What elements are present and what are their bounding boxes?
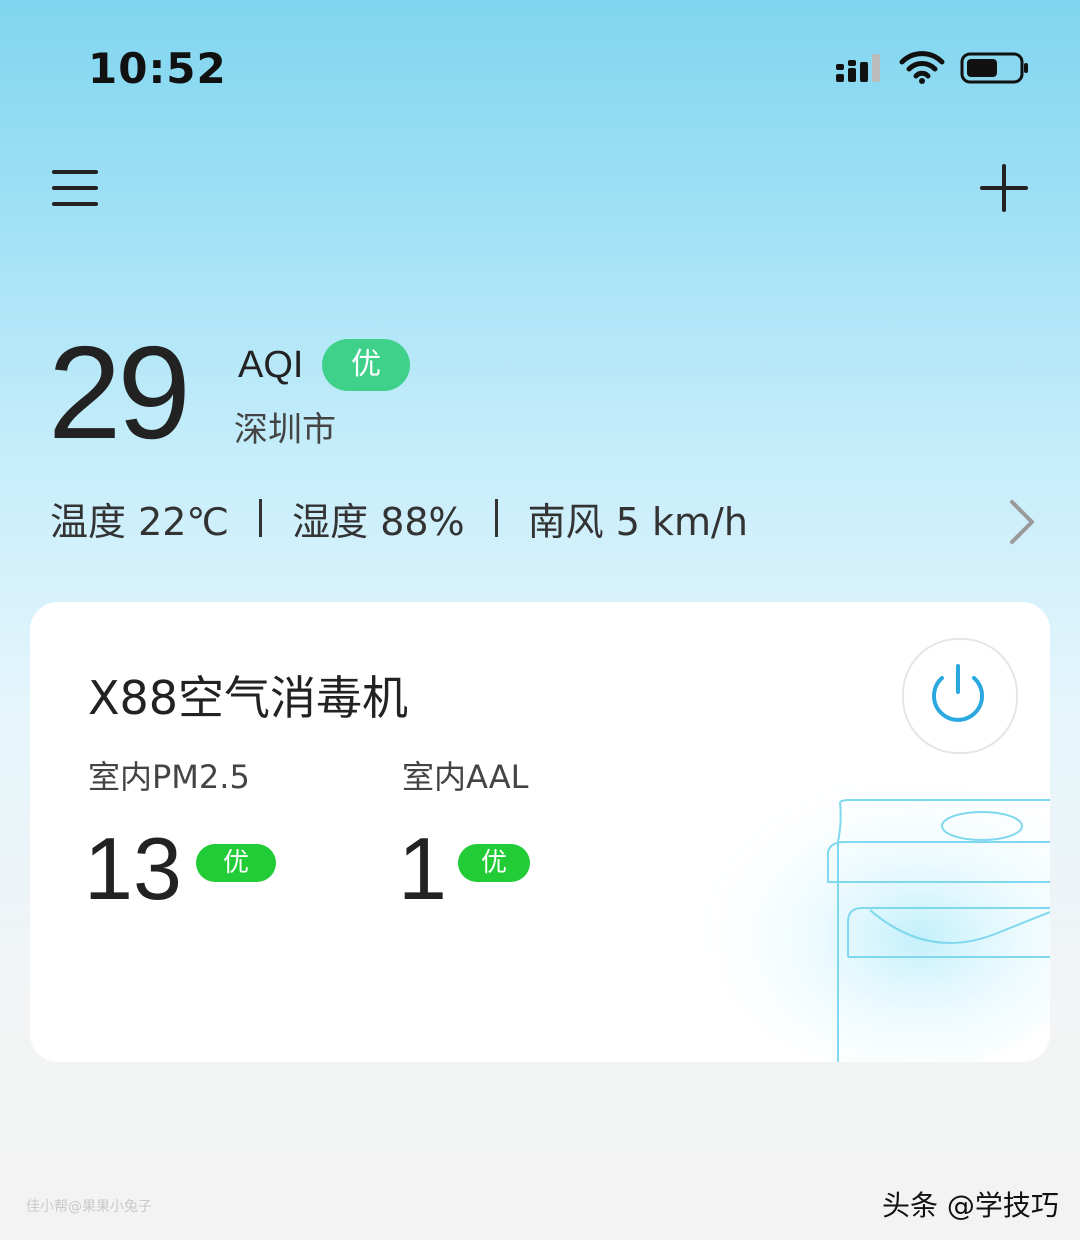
status-time: 10:52	[88, 44, 227, 93]
divider	[259, 499, 263, 537]
temperature-text: 温度 22℃	[50, 499, 230, 544]
humidity-text: 湿度 88%	[292, 499, 465, 544]
aqi-value: 29	[48, 319, 191, 466]
pm25-label: 室内PM2.5	[88, 758, 250, 796]
wifi-icon	[899, 51, 945, 84]
menu-button[interactable]	[50, 164, 102, 212]
pm25-level-badge: 优	[196, 844, 276, 882]
power-button[interactable]	[902, 638, 1018, 754]
divider	[494, 499, 498, 537]
watermark-right: 头条 @学技巧	[882, 1189, 1059, 1222]
add-device-button[interactable]	[976, 160, 1032, 216]
battery-icon	[960, 52, 1028, 84]
wind-text: 南风 5 km/h	[527, 499, 748, 544]
city-name: 深圳市	[234, 410, 336, 450]
air-purifier-illustration	[700, 782, 1050, 1062]
aal-value: 1	[398, 819, 447, 918]
device-name: X88空气消毒机	[88, 671, 409, 725]
hamburger-menu-icon	[52, 170, 98, 174]
device-card[interactable]: X88空气消毒机 室内PM2.5 13 优 室内AAL 1 优	[30, 602, 1050, 1062]
watermark-left: 佳小帮@果果小兔子	[26, 1199, 152, 1215]
pm25-value: 13	[84, 819, 182, 918]
aal-label: 室内AAL	[402, 758, 529, 796]
hamburger-menu-icon-line	[52, 202, 98, 206]
cellular-signal-icon	[836, 54, 880, 82]
plus-icon-stroke	[1002, 164, 1006, 212]
power-icon	[932, 664, 984, 722]
chevron-right-icon[interactable]	[1004, 498, 1040, 546]
weather-row[interactable]: 温度 22℃ 湿度 88% 南风 5 km/h	[50, 494, 748, 544]
aqi-label: AQI	[238, 344, 304, 386]
aal-level-badge: 优	[458, 844, 530, 882]
hamburger-menu-icon-line	[52, 186, 98, 190]
aqi-level-badge: 优	[322, 339, 410, 391]
